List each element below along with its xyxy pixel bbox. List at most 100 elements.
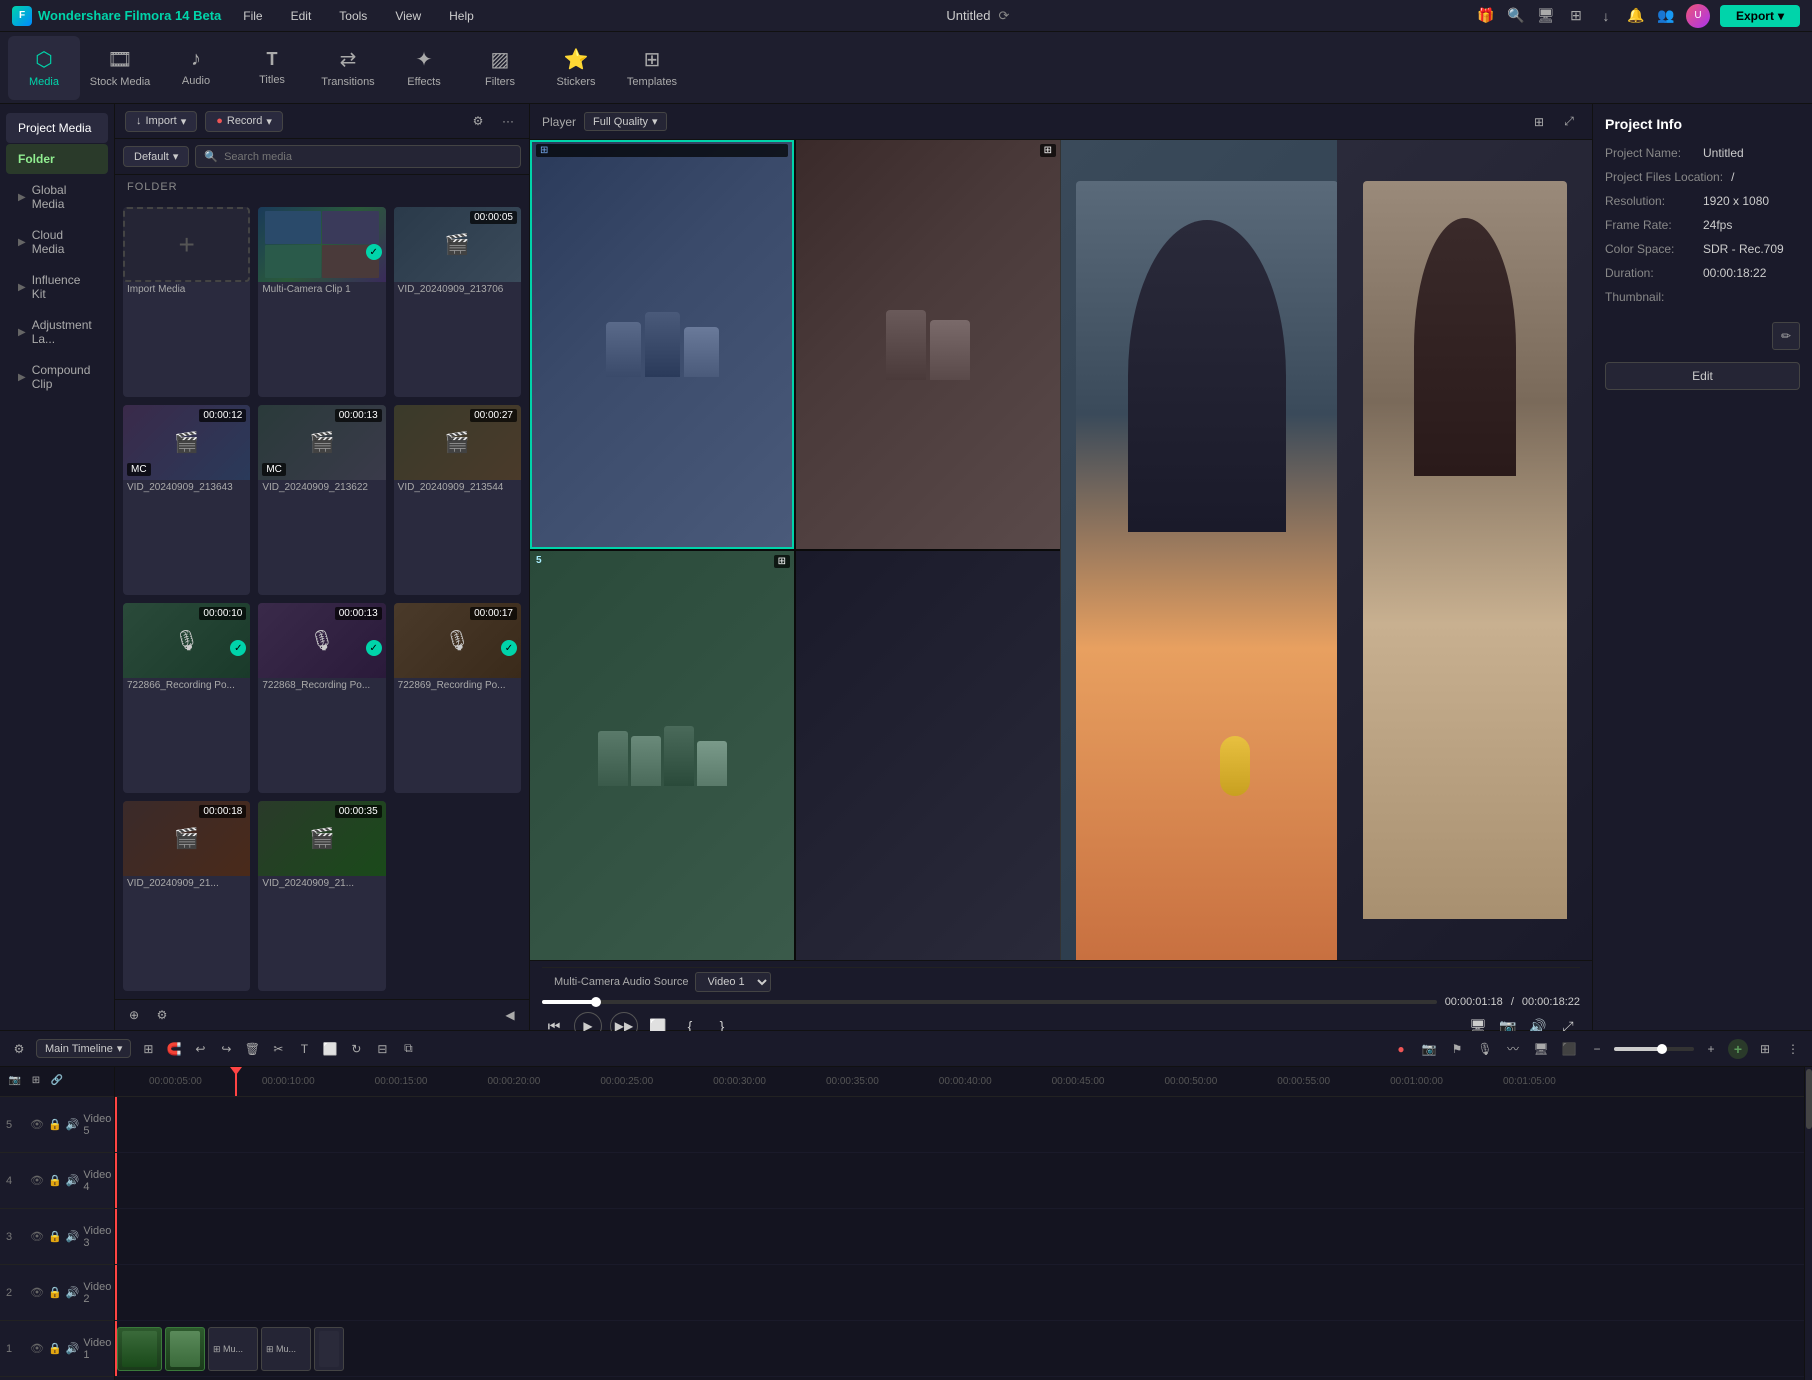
sidebar-compound-clip[interactable]: ▶ Compound Clip: [6, 355, 108, 399]
filter-icon[interactable]: ⚙: [467, 110, 489, 132]
track-v2-lock-icon[interactable]: 🔒: [48, 1286, 62, 1299]
track-v5-audio-icon[interactable]: 🔊: [66, 1118, 80, 1131]
tl-more-icon[interactable]: ⋮: [1782, 1038, 1804, 1060]
track-v1-audio-icon[interactable]: 🔊: [66, 1342, 80, 1355]
media-vid-213706[interactable]: 🎬 00:00:05 VID_20240909_213706: [394, 207, 521, 397]
menu-help[interactable]: Help: [443, 7, 480, 25]
users-icon[interactable]: 👥: [1656, 6, 1676, 26]
tl-mic-icon[interactable]: 🎙: [1474, 1038, 1496, 1060]
track-v3-eye-icon[interactable]: 👁: [30, 1230, 44, 1243]
media-rec-po1[interactable]: 🎙 00:00:10 ✓ 722866_Recording Po...: [123, 603, 250, 793]
track-clip-v1-1[interactable]: [117, 1327, 162, 1371]
tl-split-icon[interactable]: ⊟: [371, 1038, 393, 1060]
media-vid-3[interactable]: 🎬 00:00:35 VID_20240909_21...: [258, 801, 385, 991]
tl-minus-icon[interactable]: −: [1586, 1038, 1608, 1060]
track-v5-eye-icon[interactable]: 👁: [30, 1118, 44, 1131]
track-v1-lock-icon[interactable]: 🔒: [48, 1342, 62, 1355]
quality-select[interactable]: Full Quality ▾: [584, 112, 667, 131]
tl-layout-icon[interactable]: ⊞: [137, 1038, 159, 1060]
track-clip-v1-2[interactable]: [165, 1327, 205, 1371]
import-media-item[interactable]: + Import Media: [123, 207, 250, 397]
progress-handle[interactable]: [591, 997, 601, 1007]
media-vid-2[interactable]: 🎬 00:00:18 VID_20240909_21...: [123, 801, 250, 991]
main-timeline-label[interactable]: Main Timeline ▾: [36, 1039, 131, 1058]
track-area-v1[interactable]: ⊞ Mu... ⊞ Mu...: [115, 1321, 1804, 1377]
tl-screen-icon[interactable]: ⬛: [1558, 1038, 1580, 1060]
import-button[interactable]: ↓ Import ▾: [125, 111, 197, 132]
track-v2-eye-icon[interactable]: 👁: [30, 1286, 44, 1299]
scrollbar-vertical[interactable]: [1804, 1067, 1812, 1380]
thumbnail-edit-icon[interactable]: ✏: [1772, 322, 1800, 350]
media-rec-po3[interactable]: 🎙 00:00:17 ✓ 722869_Recording Po...: [394, 603, 521, 793]
tl-link-icon[interactable]: 🔗: [48, 1071, 66, 1089]
more-options-icon[interactable]: ···: [497, 110, 519, 132]
layout-icon[interactable]: ⊞: [1566, 6, 1586, 26]
record-button[interactable]: ● Record ▾: [205, 111, 283, 132]
track-clip-v1-mc1[interactable]: ⊞ Mu...: [208, 1327, 258, 1371]
scrollbar-thumb[interactable]: [1806, 1069, 1812, 1129]
cam-cell-1[interactable]: ⊞: [530, 140, 794, 549]
tl-crop-icon[interactable]: ⬜: [319, 1038, 341, 1060]
download-icon[interactable]: ↓: [1596, 6, 1616, 26]
playhead[interactable]: [235, 1067, 237, 1096]
sidebar-global-media[interactable]: ▶ Global Media: [6, 175, 108, 219]
export-button[interactable]: Export ▾: [1720, 5, 1800, 27]
default-dropdown[interactable]: Default ▾: [123, 146, 189, 167]
track-v3-audio-icon[interactable]: 🔊: [66, 1230, 80, 1243]
fullscreen-icon[interactable]: ⤢: [1558, 111, 1580, 133]
zoom-handle[interactable]: [1657, 1044, 1667, 1054]
collapse-sidebar-icon[interactable]: ◀: [499, 1004, 521, 1026]
tool-transitions[interactable]: ⇄ Transitions: [312, 36, 384, 100]
sidebar-adjustment-la[interactable]: ▶ Adjustment La...: [6, 310, 108, 354]
media-multi-cam[interactable]: ✓ Multi-Camera Clip 1: [258, 207, 385, 397]
zoom-track[interactable]: [1614, 1047, 1694, 1051]
tl-undo-icon[interactable]: ↩: [189, 1038, 211, 1060]
track-v4-lock-icon[interactable]: 🔒: [48, 1174, 62, 1187]
track-v1-eye-icon[interactable]: 👁: [30, 1342, 44, 1355]
panel-settings-icon[interactable]: ⚙: [151, 1004, 173, 1026]
tl-flag-icon[interactable]: ⚑: [1446, 1038, 1468, 1060]
tool-media[interactable]: ⬡ Media: [8, 36, 80, 100]
tl-cam-icon[interactable]: 📷: [6, 1071, 24, 1089]
menu-edit[interactable]: Edit: [285, 7, 318, 25]
timeline-settings-icon[interactable]: ⚙: [8, 1038, 30, 1060]
tl-magnet-icon[interactable]: 🧲: [163, 1038, 185, 1060]
tool-titles[interactable]: T Titles: [236, 36, 308, 100]
media-vid-213643[interactable]: 🎬 00:00:12 MC VID_20240909_213643: [123, 405, 250, 595]
tl-camera-icon[interactable]: 📷: [1418, 1038, 1440, 1060]
tool-stickers[interactable]: ⭐ Stickers: [540, 36, 612, 100]
tl-cut-icon[interactable]: ✂: [267, 1038, 289, 1060]
edit-button[interactable]: Edit: [1605, 362, 1800, 390]
media-vid-213622[interactable]: 🎬 00:00:13 MC VID_20240909_213622: [258, 405, 385, 595]
menu-view[interactable]: View: [389, 7, 427, 25]
track-area-v2[interactable]: [115, 1265, 1804, 1321]
track-v4-audio-icon[interactable]: 🔊: [66, 1174, 80, 1187]
track-area-v5[interactable]: [115, 1097, 1804, 1153]
tool-effects[interactable]: ✦ Effects: [388, 36, 460, 100]
tl-record-icon[interactable]: ●: [1390, 1038, 1412, 1060]
tl-copy-icon[interactable]: ⧉: [397, 1038, 419, 1060]
track-area-v3[interactable]: [115, 1209, 1804, 1265]
import-media-btn[interactable]: +: [123, 207, 250, 282]
tool-stock-media[interactable]: 🎞 Stock Media: [84, 36, 156, 100]
bell-icon[interactable]: 🔔: [1626, 6, 1646, 26]
tool-audio[interactable]: ♪ Audio: [160, 36, 232, 100]
search-icon[interactable]: 🔍: [1506, 6, 1526, 26]
cam-cell-2[interactable]: ⊞: [796, 140, 1060, 549]
sidebar-folder[interactable]: Folder: [6, 144, 108, 174]
tool-templates[interactable]: ⊞ Templates: [616, 36, 688, 100]
tl-plus-zoom-icon[interactable]: +: [1700, 1038, 1722, 1060]
add-track-button[interactable]: +: [1728, 1039, 1748, 1059]
track-v2-audio-icon[interactable]: 🔊: [66, 1286, 80, 1299]
audio-source-select[interactable]: Video 1: [695, 972, 771, 992]
add-media-icon[interactable]: ⊕: [123, 1004, 145, 1026]
tl-grid2-icon[interactable]: ⊞: [1754, 1038, 1776, 1060]
sidebar-influence-kit[interactable]: ▶ Influence Kit: [6, 265, 108, 309]
track-v5-lock-icon[interactable]: 🔒: [48, 1118, 62, 1131]
track-area-v4[interactable]: [115, 1153, 1804, 1209]
menu-tools[interactable]: Tools: [333, 7, 373, 25]
user-avatar[interactable]: U: [1686, 4, 1710, 28]
track-v3-lock-icon[interactable]: 🔒: [48, 1230, 62, 1243]
monitor-icon[interactable]: 🖥: [1536, 6, 1556, 26]
tl-timeline-icon[interactable]: ⊞: [27, 1071, 45, 1089]
